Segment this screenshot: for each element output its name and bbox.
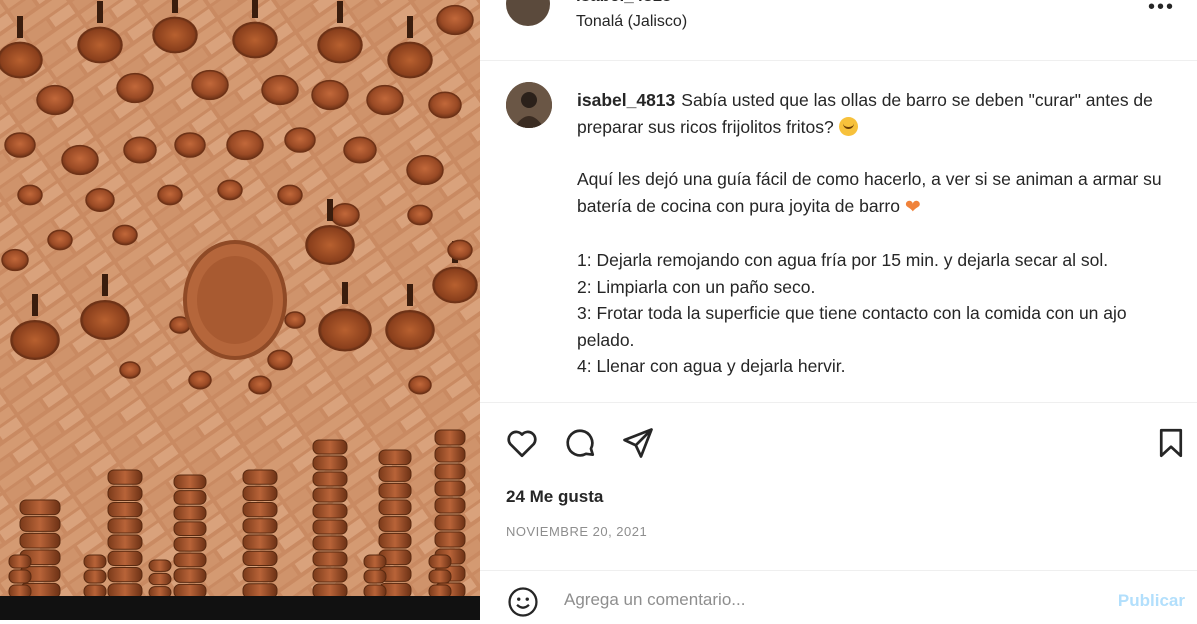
more-options-icon[interactable]: ••• (1148, 0, 1175, 19)
caption-username[interactable]: isabel_4813 (577, 90, 675, 110)
post-comment-button[interactable]: Publicar (1118, 591, 1185, 611)
caption-text: isabel_4813 Sabía usted que las ollas de … (577, 87, 1167, 380)
post-date[interactable]: NOVIEMBRE 20, 2021 (506, 524, 647, 539)
caption-step-4: 4: Llenar con agua y dejarla hervir. (577, 356, 846, 376)
header-username[interactable]: isabel_4813 (576, 0, 671, 6)
bookmark-icon[interactable] (1153, 425, 1189, 461)
post-panel: isabel_4813 Tonalá (Jalisco) ••• isabel_… (480, 0, 1197, 620)
clay-pots-image (0, 0, 480, 620)
location-link[interactable]: Tonalá (Jalisco) (576, 13, 687, 31)
comment-icon[interactable] (562, 425, 598, 461)
smiley-emoji-icon (838, 116, 858, 136)
likes-count[interactable]: 24 Me gusta (506, 487, 603, 507)
caption-step-2: 2: Limpiarla con un paño seco. (577, 276, 816, 297)
orange-heart-emoji-icon: ❤ (904, 196, 921, 218)
caption-step-3: 3: Frotar toda la superficie que tiene c… (577, 303, 1127, 350)
caption-area: isabel_4813 Sabía usted que las ollas de … (480, 60, 1197, 400)
post-photo[interactable] (0, 0, 480, 620)
post-header: isabel_4813 Tonalá (Jalisco) ••• (480, 0, 1197, 61)
caption-avatar[interactable] (506, 82, 552, 128)
paper-plane-icon[interactable] (620, 425, 656, 461)
comment-box: Publicar (480, 570, 1197, 621)
avatar[interactable] (506, 0, 550, 26)
comment-input[interactable] (562, 589, 1026, 611)
smiley-icon[interactable] (506, 585, 540, 619)
heart-icon[interactable] (504, 425, 540, 461)
action-bar (480, 402, 1197, 483)
caption-step-1: 1: Dejarla remojando con agua fría por 1… (577, 250, 1109, 270)
caption-line-2: Aquí les dejó una guía fácil de como hac… (577, 169, 1162, 216)
